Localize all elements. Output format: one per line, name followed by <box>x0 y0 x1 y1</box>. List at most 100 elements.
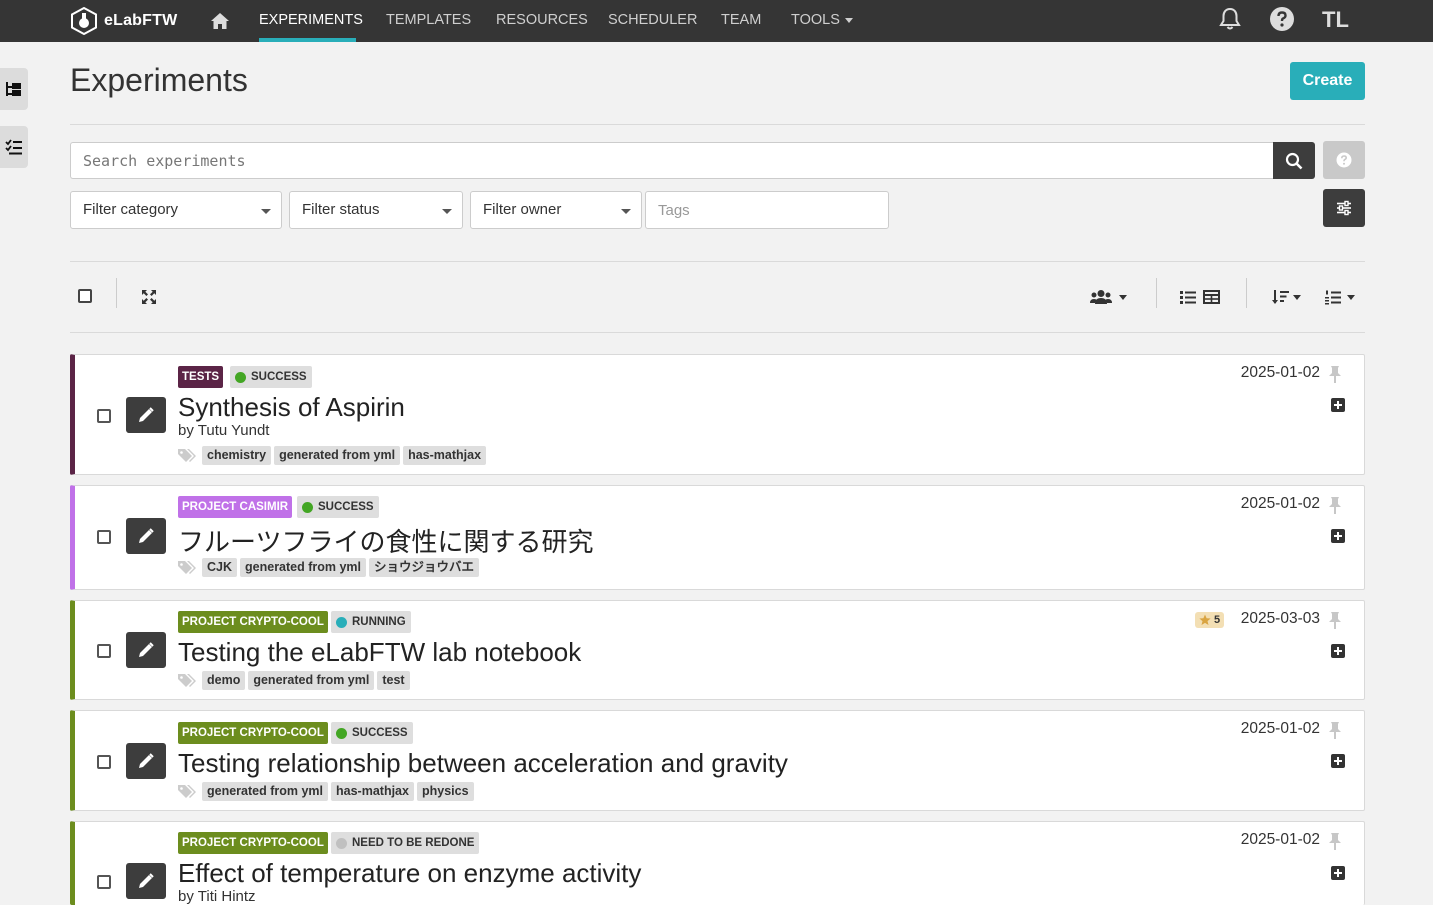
pin-icon[interactable] <box>1328 721 1342 739</box>
table-view-button[interactable] <box>1203 287 1220 307</box>
visibility-filter-dropdown[interactable] <box>1090 287 1127 307</box>
sidebar-todo-toggle[interactable] <box>0 126 28 168</box>
tag[interactable]: generated from yml <box>274 445 401 465</box>
nav-experiments[interactable]: EXPERIMENTS <box>259 0 363 42</box>
expand-entity-icon[interactable] <box>1331 398 1345 412</box>
edit-button[interactable] <box>126 397 166 433</box>
experiment-card[interactable]: TESTS SUCCESS Synthesis of Aspirin by Tu… <box>70 354 1365 475</box>
chevron-down-icon <box>844 17 853 23</box>
tags-icon <box>178 785 196 798</box>
tag[interactable]: ショウジョウバエ <box>369 557 480 577</box>
search-button[interactable] <box>1273 142 1315 179</box>
home-icon[interactable] <box>210 11 230 31</box>
status-badge[interactable]: RUNNING <box>331 611 411 633</box>
tag[interactable]: chemistry <box>202 445 272 465</box>
tag-list: chemistry generated from yml has-mathjax <box>178 445 489 465</box>
filter-status-select[interactable]: Filter status <box>289 191 463 229</box>
experiment-checkbox[interactable] <box>97 875 111 889</box>
tag[interactable]: generated from yml <box>240 557 367 577</box>
tags-input[interactable] <box>645 191 889 229</box>
chevron-down-icon <box>1119 294 1127 300</box>
category-badge[interactable]: PROJECT CRYPTO-COOL <box>178 611 328 633</box>
status-badge[interactable]: SUCCESS <box>297 496 379 518</box>
expand-entity-icon[interactable] <box>1331 866 1345 880</box>
limit-dropdown[interactable] <box>1325 287 1355 307</box>
nav-scheduler[interactable]: SCHEDULER <box>608 0 697 42</box>
experiment-card[interactable]: PROJECT CRYPTO-COOL NEED TO BE REDONE Ef… <box>70 821 1365 905</box>
status-badge[interactable]: SUCCESS <box>230 366 312 388</box>
experiment-title[interactable]: Testing the eLabFTW lab notebook <box>178 637 581 668</box>
status-badge[interactable]: NEED TO BE REDONE <box>331 832 480 854</box>
edit-button[interactable] <box>126 863 166 899</box>
category-badge[interactable]: TESTS <box>178 366 224 388</box>
experiment-title[interactable]: Synthesis of Aspirin <box>178 392 405 423</box>
star-icon <box>1199 614 1211 625</box>
experiment-card[interactable]: PROJECT CRYPTO-COOL RUNNING Testing the … <box>70 600 1365 700</box>
chevron-down-icon <box>442 209 452 214</box>
pin-icon[interactable] <box>1328 365 1342 383</box>
numbered-list-icon <box>1325 290 1341 305</box>
experiment-checkbox[interactable] <box>97 409 111 423</box>
experiment-title[interactable]: Testing relationship between acceleratio… <box>178 748 788 779</box>
brand-logo-link[interactable]: eLabFTW <box>70 5 177 37</box>
pencil-icon <box>139 407 154 422</box>
page-title: Experiments <box>70 62 248 98</box>
edit-button[interactable] <box>126 632 166 668</box>
status-label: RUNNING <box>352 616 406 628</box>
filter-owner-select[interactable]: Filter owner <box>470 191 642 229</box>
experiment-date: 2025-01-02 <box>1240 364 1320 381</box>
status-dot-icon <box>235 371 246 383</box>
sidebar-tree-toggle[interactable] <box>0 68 28 110</box>
sort-icon <box>1272 290 1289 304</box>
edit-button[interactable] <box>126 743 166 779</box>
tag[interactable]: has-mathjax <box>403 445 487 465</box>
experiment-checkbox[interactable] <box>97 755 111 769</box>
advanced-filters-button[interactable] <box>1323 189 1365 227</box>
experiment-checkbox[interactable] <box>97 530 111 544</box>
expand-entity-icon[interactable] <box>1331 754 1345 768</box>
status-badge[interactable]: SUCCESS <box>331 722 413 744</box>
tag[interactable]: CJK <box>202 557 238 577</box>
nav-tools-dropdown[interactable]: TOOLS <box>791 0 853 42</box>
bell-icon[interactable] <box>1217 6 1243 32</box>
experiment-checkbox[interactable] <box>97 644 111 658</box>
experiment-title[interactable]: Effect of temperature on enzyme activity <box>178 858 641 889</box>
tag[interactable]: test <box>377 670 410 690</box>
edit-button[interactable] <box>126 518 166 554</box>
experiment-title[interactable]: フルーツフライの食性に関する研究 <box>178 522 593 559</box>
status-dot-icon <box>336 727 347 739</box>
help-icon[interactable] <box>1269 6 1295 32</box>
category-badge[interactable]: PROJECT CRYPTO-COOL <box>178 722 328 744</box>
tag[interactable]: has-mathjax <box>331 781 414 801</box>
pin-icon[interactable] <box>1328 496 1342 514</box>
tags-icon <box>178 449 196 462</box>
experiment-card[interactable]: PROJECT CASIMIR SUCCESS フルーツフライの食性に関する研究… <box>70 485 1365 590</box>
sort-dropdown[interactable] <box>1272 287 1301 307</box>
list-view-button[interactable] <box>1180 287 1196 307</box>
user-avatar[interactable]: TL <box>1322 6 1349 34</box>
status-label: NEED TO BE REDONE <box>352 837 475 849</box>
nav-team[interactable]: TEAM <box>721 0 761 42</box>
nav-resources[interactable]: RESOURCES <box>496 0 588 42</box>
tag[interactable]: demo <box>202 670 246 690</box>
search-help-button[interactable] <box>1323 141 1365 179</box>
category-badge[interactable]: PROJECT CRYPTO-COOL <box>178 832 328 854</box>
search-input[interactable] <box>70 142 1274 179</box>
nav-templates[interactable]: TEMPLATES <box>386 0 471 42</box>
filter-category-select[interactable]: Filter category <box>70 191 282 229</box>
rating-badge: 5 <box>1195 612 1225 628</box>
tag[interactable]: generated from yml <box>248 670 375 690</box>
create-button[interactable]: Create <box>1290 62 1365 100</box>
toolbar-separator <box>1246 278 1247 308</box>
tag[interactable]: generated from yml <box>202 781 329 801</box>
expand-all-button[interactable] <box>141 287 157 307</box>
category-badge[interactable]: PROJECT CASIMIR <box>178 496 293 518</box>
pin-icon[interactable] <box>1328 611 1342 629</box>
expand-icon <box>142 290 156 304</box>
pin-icon[interactable] <box>1328 832 1342 850</box>
experiment-card[interactable]: PROJECT CRYPTO-COOL SUCCESS Testing rela… <box>70 710 1365 811</box>
select-all-checkbox[interactable] <box>78 289 92 303</box>
tag[interactable]: physics <box>416 781 474 801</box>
expand-entity-icon[interactable] <box>1331 644 1345 658</box>
expand-entity-icon[interactable] <box>1331 529 1345 543</box>
